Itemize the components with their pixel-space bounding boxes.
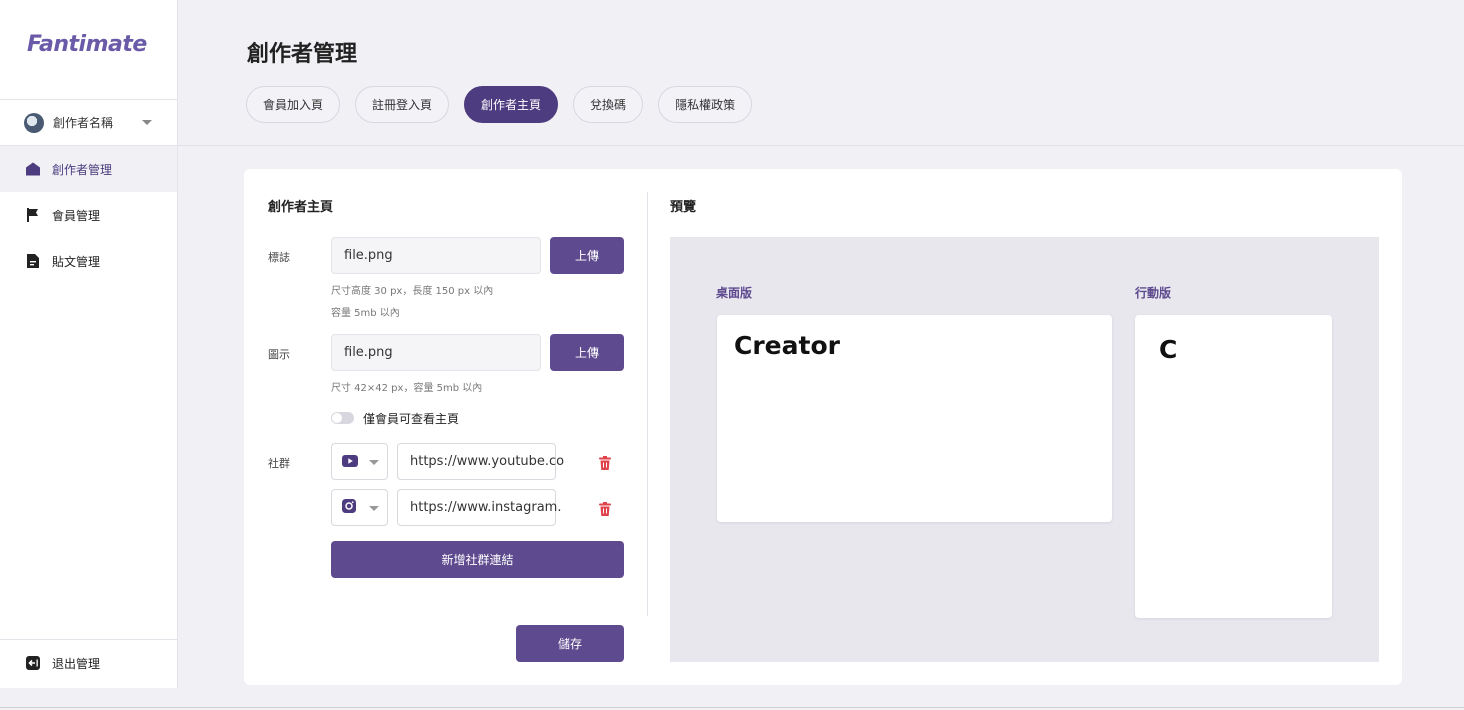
- creator-home-card: 創作者主頁 標誌 file.png 上傳 尺寸高度 30 px，長度 150 p…: [244, 169, 1402, 685]
- platform-select-instagram[interactable]: [331, 489, 388, 526]
- tab-member-join[interactable]: 會員加入頁: [246, 86, 341, 123]
- tab-redeem-code[interactable]: 兌換碼: [573, 86, 644, 123]
- social-url-input-youtube[interactable]: https://www.youtube.co: [397, 443, 564, 480]
- mobile-preview-logo: C: [1159, 335, 1178, 364]
- creator-selector[interactable]: 創作者名稱: [0, 100, 177, 145]
- social-label: 社群: [268, 457, 290, 470]
- icon-upload-button[interactable]: 上傳: [550, 334, 624, 371]
- preview-canvas: 桌面版 行動版 Creator C: [670, 237, 1379, 662]
- document-icon: [25, 253, 41, 269]
- icon-hint: 尺寸 42×42 px，容量 5mb 以內: [331, 383, 483, 394]
- sidebar-item-label: 創作者管理: [52, 162, 113, 177]
- logo-label: 標誌: [268, 251, 290, 264]
- mobile-preview-label: 行動版: [1135, 286, 1172, 300]
- preview-title: 預覽: [670, 200, 697, 215]
- logo-upload-button[interactable]: 上傳: [550, 237, 624, 274]
- form-title: 創作者主頁: [268, 200, 334, 215]
- page-title: 創作者管理: [247, 42, 358, 67]
- tab-bar: 會員加入頁 註冊登入頁 創作者主頁 兌換碼 隱私權政策: [246, 86, 753, 123]
- trash-icon[interactable]: [599, 501, 611, 516]
- desktop-preview: Creator: [717, 315, 1112, 522]
- logout-label: 退出管理: [52, 656, 101, 671]
- avatar: [24, 112, 44, 133]
- card-divider: [647, 192, 648, 616]
- chevron-down-icon: [369, 460, 379, 465]
- add-social-link-button[interactable]: 新增社群連結: [331, 541, 624, 578]
- header-divider: [178, 145, 1464, 146]
- sidebar-item-label: 貼文管理: [52, 254, 101, 269]
- logout-button[interactable]: 退出管理: [0, 640, 177, 686]
- sidebar-item-creator-management[interactable]: 創作者管理: [0, 146, 177, 192]
- desktop-preview-logo: Creator: [734, 331, 840, 360]
- trash-icon[interactable]: [599, 455, 611, 470]
- members-only-toggle[interactable]: [331, 412, 354, 424]
- tab-register-login[interactable]: 註冊登入頁: [355, 86, 450, 123]
- social-url-input-instagram[interactable]: https://www.instagram.: [397, 489, 561, 526]
- members-only-label: 僅會員可查看主頁: [363, 412, 460, 426]
- home-icon: [25, 161, 41, 177]
- instagram-icon: [342, 498, 356, 517]
- desktop-preview-label: 桌面版: [716, 286, 753, 300]
- sidebar-item-post-management[interactable]: 貼文管理: [0, 238, 177, 284]
- logo-hint-capacity: 容量 5mb 以內: [331, 308, 400, 319]
- logo-hint-size: 尺寸高度 30 px，長度 150 px 以內: [331, 286, 494, 297]
- sidebar-item-member-management[interactable]: 會員管理: [0, 192, 177, 238]
- tab-privacy-policy[interactable]: 隱私權政策: [658, 86, 753, 123]
- logo-file-field[interactable]: file.png: [331, 237, 541, 274]
- sidebar: Fantimate 創作者名稱 創作者管理 會員管理 貼文管理 退出管理: [0, 0, 178, 688]
- icon-file-field[interactable]: file.png: [331, 334, 541, 371]
- sidebar-item-label: 會員管理: [52, 208, 101, 223]
- chevron-down-icon: [369, 506, 379, 511]
- mobile-preview: C: [1135, 315, 1332, 618]
- window-bottom-edge: [0, 707, 1464, 708]
- platform-select-youtube[interactable]: [331, 443, 388, 480]
- icon-label: 圖示: [268, 348, 290, 361]
- tab-creator-home[interactable]: 創作者主頁: [464, 86, 559, 123]
- app-logo[interactable]: Fantimate: [27, 32, 147, 57]
- logout-icon: [25, 655, 41, 671]
- chevron-down-icon: [142, 120, 152, 125]
- creator-name: 創作者名稱: [53, 116, 114, 130]
- youtube-icon: [342, 452, 358, 471]
- save-button[interactable]: 儲存: [516, 625, 624, 662]
- flag-icon: [25, 207, 41, 223]
